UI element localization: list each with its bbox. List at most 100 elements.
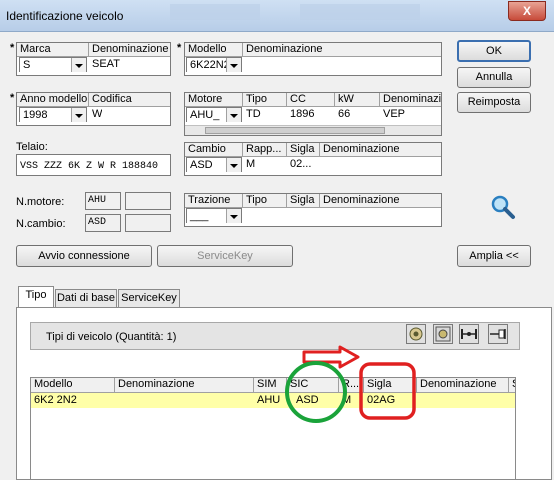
col-sim[interactable]: SIM: [254, 378, 287, 392]
modello-denominazione-header: Denominazione: [246, 43, 323, 55]
col-sic[interactable]: SIC: [287, 378, 339, 392]
motore-denominazione-value: VEP: [383, 108, 406, 120]
trazione-sigla-value: [287, 208, 320, 223]
background-window-ghost: [170, 4, 260, 20]
motore-tipo-header: Tipo: [243, 93, 287, 106]
trazione-combo[interactable]: ___: [186, 208, 242, 223]
telaio-label: Telaio:: [16, 141, 48, 153]
col-modello[interactable]: Modello: [31, 378, 115, 392]
col-sigla[interactable]: Sigla: [364, 378, 417, 392]
cell-denominazione: [115, 393, 254, 408]
avvio-connessione-button[interactable]: Avvio connessione: [16, 245, 152, 267]
motore-kw-value: 66: [338, 108, 351, 120]
modello-group: Modello Denominazione 6K22N2: [184, 42, 442, 76]
anno-group: Anno modello Codifica 1998 W: [16, 92, 171, 126]
col-denominazione-2[interactable]: Denominazione: [417, 378, 509, 392]
cell-modello: 6K2 2N2: [34, 394, 77, 406]
vehicle-table: Modello Denominazione SIM SIC R... Sigla…: [30, 377, 516, 480]
col-r[interactable]: R...: [339, 378, 364, 392]
marca-header: Marca: [17, 43, 89, 56]
cell-sic: ASD: [296, 394, 319, 406]
motore-cc-value: 1896: [290, 108, 315, 120]
trazione-denominazione-value: [320, 208, 441, 223]
nmotore-field[interactable]: AHU: [85, 192, 121, 210]
marca-denominazione-header: Denominazione: [92, 43, 169, 55]
motore-kw-header: kW: [335, 93, 380, 106]
col-s[interactable]: S: [509, 378, 515, 392]
marca-group: Marca Denominazione S SEAT: [16, 42, 171, 76]
chevron-down-icon[interactable]: [71, 58, 86, 72]
ncambio-extra-field[interactable]: [125, 214, 171, 232]
expand-columns-icon[interactable]: [459, 324, 479, 344]
motore-cc-header: CC: [287, 93, 335, 106]
cambio-header: Cambio: [185, 143, 243, 156]
chevron-down-icon[interactable]: [226, 158, 241, 172]
cambio-denominazione-header: Denominazione: [323, 143, 400, 155]
modello-header: Modello: [185, 43, 243, 56]
cell-sim: AHU: [257, 394, 281, 406]
nmotore-extra-field[interactable]: [125, 192, 171, 210]
cell-denominazione-2: [417, 393, 509, 408]
anno-combo[interactable]: 1998: [19, 107, 87, 122]
amplia-button[interactable]: Amplia <<: [457, 245, 531, 267]
cambio-rapp-value: M: [246, 158, 256, 170]
chevron-down-icon[interactable]: [71, 108, 86, 122]
modello-value: 6K22N2: [190, 59, 230, 71]
filter-active-icon[interactable]: [433, 324, 453, 344]
background-window-ghost: [300, 4, 420, 20]
cambio-value: ASD: [190, 159, 213, 171]
tab-servicekey[interactable]: ServiceKey: [118, 289, 180, 307]
chevron-down-icon[interactable]: [226, 58, 241, 72]
col-denominazione[interactable]: Denominazione: [115, 378, 254, 392]
motore-denominazione-header: Denominazion: [383, 93, 441, 105]
marca-combo[interactable]: S: [19, 57, 87, 72]
reimposta-button[interactable]: Reimposta: [457, 92, 531, 113]
required-marker: *: [177, 42, 182, 54]
chevron-down-icon[interactable]: [226, 209, 241, 223]
chevron-down-icon[interactable]: [226, 108, 241, 122]
required-marker: *: [10, 92, 15, 104]
anno-value: 1998: [23, 109, 48, 121]
trazione-header: Trazione: [185, 194, 243, 207]
marca-value: S: [23, 59, 31, 71]
nmotore-label: N.motore:: [16, 196, 65, 208]
annulla-button[interactable]: Annulla: [457, 67, 531, 88]
pin-columns-icon[interactable]: [488, 324, 508, 344]
motore-horizontal-scrollbar[interactable]: [185, 125, 441, 135]
motore-header: Motore: [185, 93, 243, 106]
table-row[interactable]: 6K2 2N2 AHU ASD M 02AG: [31, 393, 515, 408]
trazione-tipo-header: Tipo: [243, 194, 287, 207]
ncambio-label: N.cambio:: [16, 218, 66, 230]
telaio-field[interactable]: VSS ZZZ 6K Z W R 188840: [16, 154, 171, 176]
trazione-value: ___: [190, 210, 209, 222]
tab-dati-di-base[interactable]: Dati di base: [55, 289, 117, 307]
cambio-denominazione-value: [320, 157, 441, 172]
telaio-value: VSS ZZZ 6K Z W R 188840: [20, 161, 159, 172]
filter-icon[interactable]: [406, 324, 426, 344]
tab-tipo[interactable]: Tipo: [18, 286, 54, 308]
required-marker: *: [10, 42, 15, 54]
trazione-sigla-header: Sigla: [287, 194, 320, 207]
modello-name: [243, 57, 246, 72]
cambio-group: Cambio Rapp... Sigla Denominazione ASD M…: [184, 142, 442, 176]
motore-combo[interactable]: AHU_: [186, 107, 242, 122]
cell-sigla: 02AG: [367, 394, 396, 406]
codifica-header: Codifica: [92, 93, 132, 105]
modello-combo[interactable]: 6K22N2: [186, 57, 242, 72]
cambio-sigla-header: Sigla: [287, 143, 320, 156]
cambio-sigla-value: 02...: [290, 158, 312, 170]
motore-group: Motore Tipo CC kW Denominazion AHU_ TD 1…: [184, 92, 442, 136]
close-button[interactable]: X: [508, 1, 546, 21]
scrollbar-thumb[interactable]: [205, 127, 385, 134]
servicekey-button[interactable]: ServiceKey: [157, 245, 293, 267]
cambio-combo[interactable]: ASD: [186, 157, 242, 172]
ok-button[interactable]: OK: [457, 40, 531, 62]
cambio-rapp-header: Rapp...: [243, 143, 287, 156]
search-icon[interactable]: [490, 194, 516, 220]
trazione-tipo-value: [243, 208, 287, 223]
window-title: Identificazione veicolo: [6, 9, 124, 23]
motore-tipo-value: TD: [246, 108, 261, 120]
marca-name: SEAT: [92, 58, 120, 70]
tipi-label: Tipi di veicolo (Quantità: 1): [46, 331, 177, 343]
ncambio-field[interactable]: ASD: [85, 214, 121, 232]
